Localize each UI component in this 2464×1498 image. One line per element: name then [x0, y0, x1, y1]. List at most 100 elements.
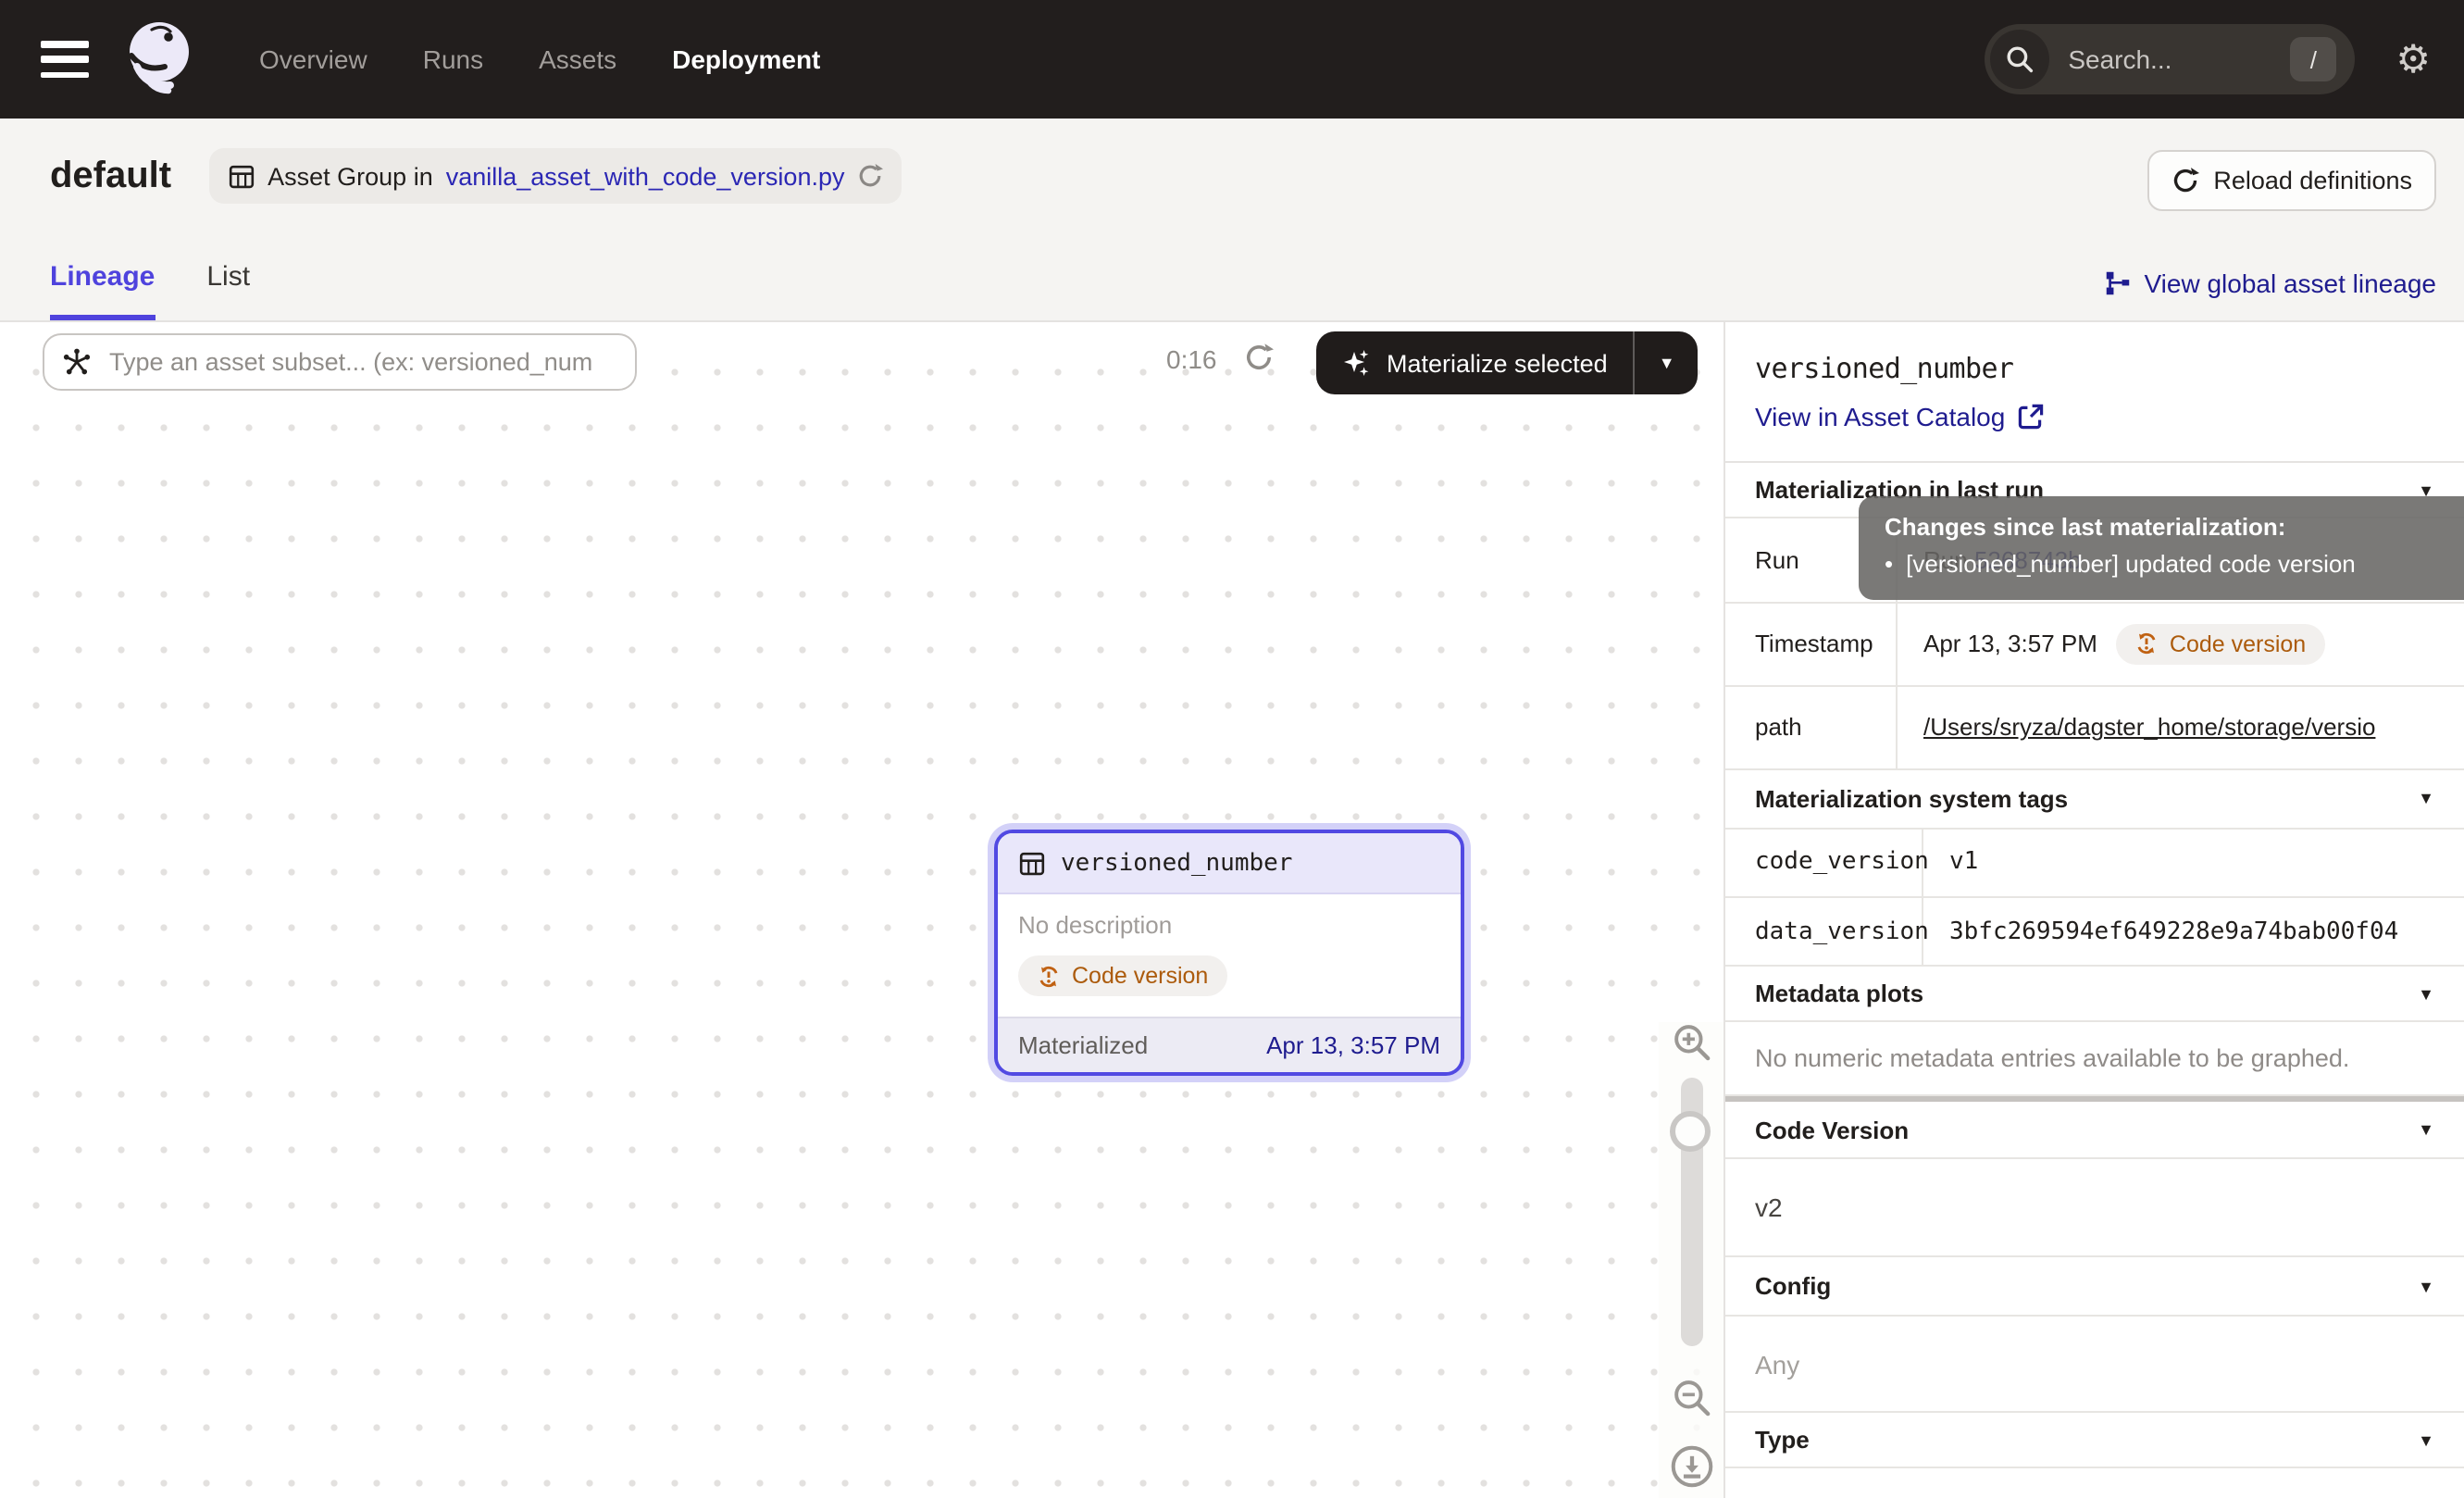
metadata-plots-empty-state: No numeric metadata entries available to… [1725, 1022, 2464, 1096]
refresh-icon [2171, 167, 2198, 194]
page-header: default Asset Group in vanilla_asset_wit… [0, 119, 2464, 322]
code-version-section-value: v2 [1725, 1159, 2464, 1257]
materialize-selected-button[interactable]: Materialize selected ▼ [1316, 331, 1699, 394]
asset-group-badge: Asset Group in vanilla_asset_with_code_v… [208, 148, 902, 204]
section-header-code-version[interactable]: Code Version ▼ [1725, 1102, 2464, 1159]
code-version-key: code_version [1725, 829, 1923, 897]
table-icon [227, 162, 255, 190]
chevron-down-icon: ▼ [2418, 1277, 2434, 1295]
view-in-asset-catalog-link[interactable]: View in Asset Catalog [1755, 402, 2434, 431]
app-root: Overview Runs Assets Deployment / ⚙ defa… [0, 0, 2464, 1498]
code-version-badge: Code version [1018, 955, 1226, 996]
bullet-icon: • [1885, 546, 1893, 582]
page-title: default [50, 155, 171, 197]
chevron-down-icon: ▼ [2418, 789, 2434, 807]
section-header-config[interactable]: Config ▼ [1725, 1257, 2464, 1317]
materialize-selected-label: Materialize selected [1387, 349, 1608, 377]
chevron-down-icon: ▼ [2418, 1430, 2434, 1449]
refresh-icon[interactable] [1244, 343, 1274, 372]
code-version-value: v1 [1923, 829, 2464, 897]
lineage-graph-icon [2106, 270, 2132, 296]
asset-node-description: No description [1018, 911, 1440, 939]
asset-group-file-link[interactable]: vanilla_asset_with_code_version.py [446, 162, 845, 190]
asset-detail-panel: versioned_number View in Asset Catalog M… [1724, 322, 2464, 1498]
zoom-controls [1659, 1022, 1724, 1498]
changes-tooltip: Changes since last materialization: • [v… [1859, 496, 2464, 600]
download-image-icon[interactable] [1659, 1444, 1724, 1489]
view-global-asset-lineage-link[interactable]: View global asset lineage [2106, 268, 2437, 298]
panel-head: versioned_number View in Asset Catalog [1725, 322, 2464, 463]
graph-timer: 0:16 [1166, 344, 1217, 374]
asset-subset-input[interactable] [106, 346, 613, 378]
materialized-time-link[interactable]: Apr 13, 3:57 PM [1266, 1030, 1440, 1058]
nav-right: / ⚙ [1985, 24, 2431, 94]
panel-asset-title: versioned_number [1755, 352, 2434, 385]
system-tags-table: code_version v1 data_version 3bfc269594e… [1725, 829, 2464, 967]
nav-item-assets[interactable]: Assets [539, 44, 616, 74]
asset-node-title: versioned_number [1061, 849, 1292, 877]
content: 0:16 Materialize selected ▼ [0, 322, 2464, 1498]
reload-definitions-label: Reload definitions [2213, 167, 2412, 194]
table-row-data-version: data_version 3bfc269594ef649228e9a74bab0… [1725, 897, 2464, 966]
asset-node-footer: Materialized Apr 13, 3:57 PM [998, 1016, 1461, 1071]
menu-icon[interactable] [41, 41, 89, 78]
refresh-icon[interactable] [858, 163, 884, 189]
zoom-slider[interactable] [1681, 1078, 1703, 1346]
zoom-in-icon[interactable] [1659, 1022, 1724, 1063]
data-version-value: 3bfc269594ef649228e9a74bab00f04 [1949, 918, 2464, 945]
tooltip-item-text: [versioned_number] updated code version [1906, 546, 2356, 582]
table-icon [1018, 849, 1046, 877]
code-version-badge: Code version [2116, 623, 2324, 664]
path-label: path [1725, 685, 1897, 768]
reload-definitions-button[interactable]: Reload definitions [2147, 150, 2436, 211]
section-title: Materialization system tags [1755, 784, 2068, 812]
gear-icon[interactable]: ⚙ [2396, 40, 2431, 79]
section-title: Config [1755, 1272, 1831, 1300]
dagster-logo-icon[interactable] [115, 11, 200, 107]
sparkle-icon [1342, 348, 1372, 378]
top-navbar: Overview Runs Assets Deployment / ⚙ [0, 0, 2464, 119]
timestamp-label: Timestamp [1725, 602, 1897, 685]
materialize-dropdown-caret[interactable]: ▼ [1636, 331, 1699, 394]
section-header-metadata-plots[interactable]: Metadata plots ▼ [1725, 967, 2464, 1022]
zoom-slider-knob[interactable] [1670, 1111, 1711, 1152]
section-title: Metadata plots [1755, 980, 1923, 1007]
view-in-asset-catalog-label: View in Asset Catalog [1755, 402, 2005, 431]
nav-item-overview[interactable]: Overview [259, 44, 367, 74]
tooltip-heading: Changes since last materialization: [1885, 511, 2464, 546]
external-link-icon [2018, 404, 2044, 430]
nav-item-deployment[interactable]: Deployment [672, 44, 820, 74]
lineage-canvas[interactable]: 0:16 Materialize selected ▼ [0, 322, 1724, 1498]
section-title: Code Version [1755, 1116, 1909, 1143]
tab-list[interactable]: List [206, 261, 250, 320]
asset-node-versioned-number[interactable]: versioned_number No description C [994, 830, 1464, 1075]
code-version-badge-label: Code version [2170, 630, 2306, 656]
section-header-system-tags[interactable]: Materialization system tags ▼ [1725, 769, 2464, 829]
table-row-path: path /Users/sryza/dagster_home/storage/v… [1725, 685, 2464, 768]
search-box[interactable]: / [1985, 24, 2355, 94]
section-header-type[interactable]: Type ▼ [1725, 1413, 2464, 1468]
path-link[interactable]: /Users/sryza/dagster_home/storage/versio [1923, 713, 2464, 741]
asset-subset-input-wrap [43, 333, 637, 391]
sync-alert-icon [2134, 631, 2159, 655]
search-shortcut-key: / [2290, 37, 2336, 81]
asset-node-body: No description Code version [998, 894, 1461, 1016]
nav-item-runs[interactable]: Runs [423, 44, 483, 74]
data-version-key: data_version [1725, 897, 1923, 966]
search-icon [1990, 30, 2049, 89]
materialized-status-label: Materialized [1018, 1030, 1148, 1058]
table-row-code-version: code_version v1 [1725, 829, 2464, 897]
view-global-asset-lineage-label: View global asset lineage [2145, 268, 2437, 298]
panel-rest [1725, 1468, 2464, 1498]
nav-items: Overview Runs Assets Deployment [259, 44, 820, 74]
code-version-badge-label: Code version [1072, 963, 1208, 989]
tab-row: Lineage List [50, 261, 250, 320]
tab-lineage[interactable]: Lineage [50, 261, 155, 320]
sync-alert-icon [1037, 964, 1061, 988]
chevron-down-icon: ▼ [2418, 984, 2434, 1003]
zoom-out-icon[interactable] [1659, 1378, 1724, 1418]
chevron-down-icon: ▼ [2418, 1120, 2434, 1139]
section-title: Type [1755, 1426, 1810, 1454]
asset-graph-icon [63, 348, 91, 376]
search-input[interactable] [2064, 43, 2275, 76]
